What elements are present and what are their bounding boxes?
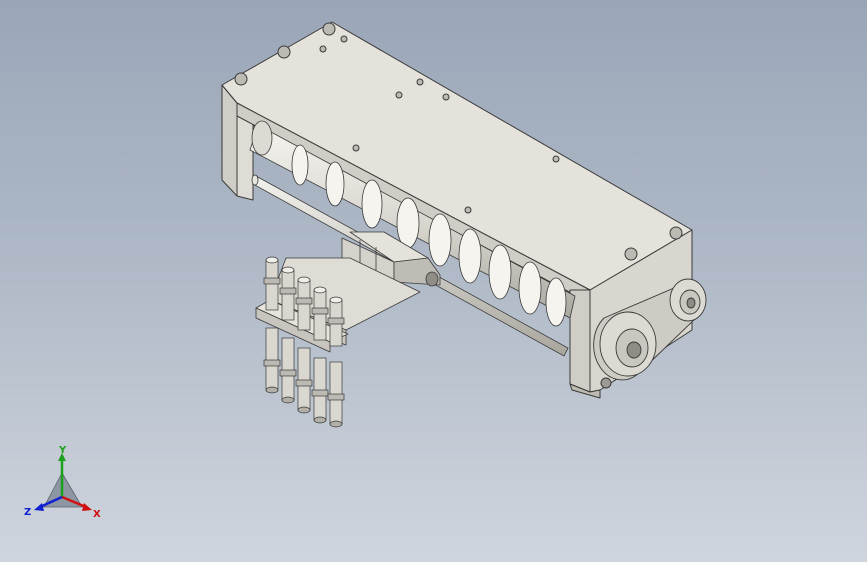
triad-graphic: Y X Z: [24, 445, 101, 520]
cad-model[interactable]: [0, 0, 867, 562]
carriage-bore: [425, 271, 439, 287]
guide-rod-end: [251, 174, 259, 186]
small-pulley-bore: [686, 297, 696, 309]
y-axis-label: Y: [58, 445, 67, 456]
graphics-viewport[interactable]: Y X Z: [0, 0, 867, 562]
fitting-3[interactable]: [295, 276, 313, 414]
rotor-left-end: [251, 120, 273, 156]
x-axis-arrow: [82, 503, 92, 511]
end-plate-hole: [600, 377, 612, 389]
large-pulley-bore: [626, 341, 642, 359]
z-axis-arrow: [34, 503, 44, 511]
z-axis-label: Z: [24, 507, 31, 518]
orientation-triad[interactable]: Y X Z: [22, 445, 112, 525]
x-axis-label: X: [93, 509, 101, 520]
fitting-4[interactable]: [311, 286, 329, 424]
fitting-5[interactable]: [327, 296, 345, 428]
left-end-plate: [221, 84, 238, 197]
